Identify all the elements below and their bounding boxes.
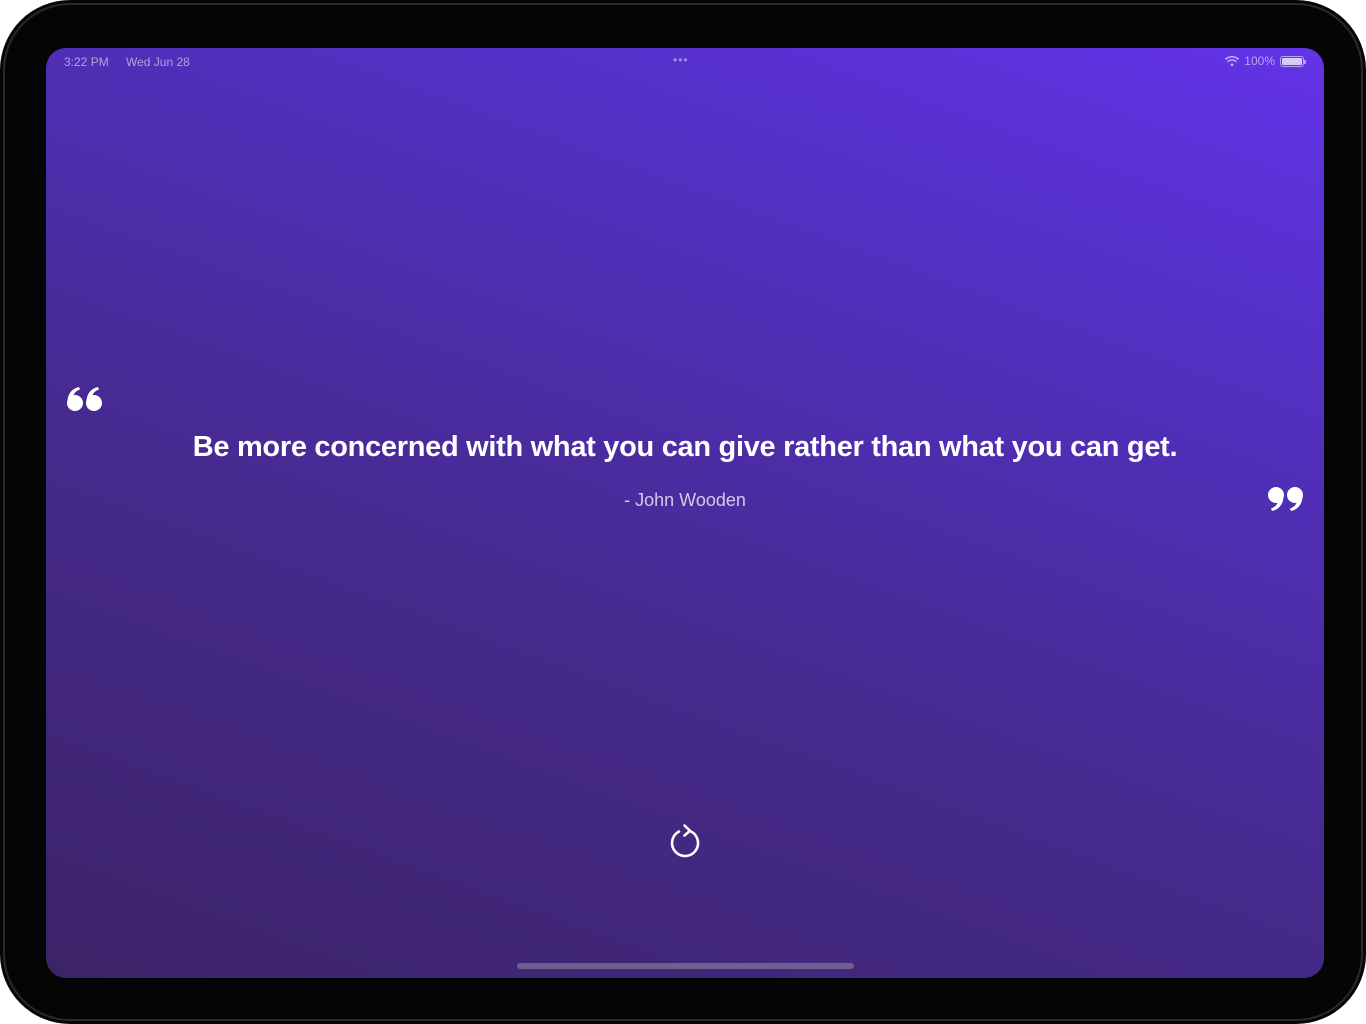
- quote-author: - John Wooden: [624, 490, 746, 510]
- battery-icon: [1280, 55, 1306, 67]
- wifi-icon: [1225, 55, 1240, 67]
- open-quote-icon: [67, 387, 102, 411]
- refresh-button[interactable]: [665, 820, 705, 862]
- status-indicators: 100%: [1225, 54, 1306, 68]
- status-date: Wed Jun 28: [126, 55, 190, 69]
- multitasking-dots[interactable]: •••: [673, 53, 689, 67]
- home-indicator[interactable]: [517, 963, 854, 969]
- status-time: 3:22 PM: [64, 55, 109, 69]
- status-bar: 3:22 PM Wed Jun 28 ••• 100%: [46, 48, 1324, 76]
- app-screen: 3:22 PM Wed Jun 28 ••• 100% Be more conc…: [46, 48, 1324, 978]
- tablet-frame: 3:22 PM Wed Jun 28 ••• 100% Be more conc…: [0, 0, 1366, 1024]
- close-quote-icon: [1268, 487, 1303, 511]
- refresh-icon: [670, 824, 700, 858]
- quote-text: Be more concerned with what you can give…: [192, 431, 1178, 463]
- battery-percent: 100%: [1244, 54, 1275, 68]
